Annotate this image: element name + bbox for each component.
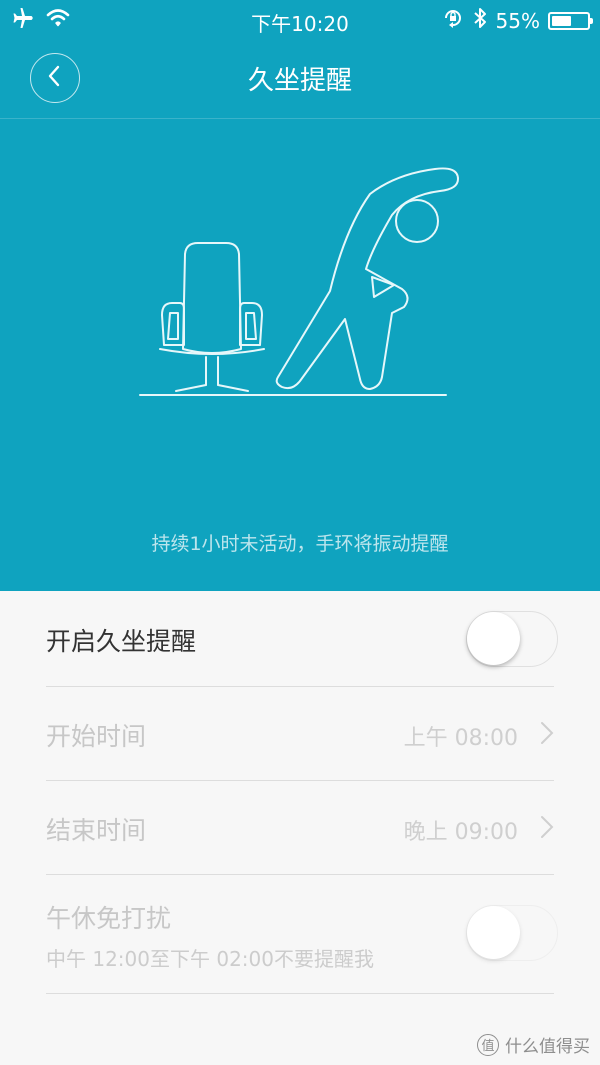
battery-icon [548, 11, 593, 30]
noon-dnd-subtitle: 中午 12:00至下午 02:00不要提醒我 [46, 947, 374, 971]
start-time-row[interactable]: 开始时间 上午 08:00 [46, 687, 554, 781]
battery-percent: 55% [495, 8, 540, 33]
start-time-value: 上午 08:00 [403, 726, 518, 751]
end-time-value: 晚上 09:00 [403, 820, 518, 845]
enable-sedentary-row: 开启久坐提醒 [46, 591, 558, 687]
noon-dnd-row: 午休免打扰 中午 12:00至下午 02:00不要提醒我 [46, 875, 558, 994]
chevron-right-icon [540, 721, 554, 749]
nav-bar: 久坐提醒 [0, 40, 600, 118]
toggle-knob [467, 906, 520, 959]
chevron-right-icon [540, 815, 554, 843]
hero-caption: 持续1小时未活动，手环将振动提醒 [151, 533, 449, 555]
bluetooth-icon [472, 6, 488, 35]
watermark-text: 什么值得买 [505, 1037, 590, 1057]
watermark-badge: 值 [477, 1033, 499, 1056]
hero-illustration-panel: 持续1小时未活动，手环将振动提醒 [0, 119, 600, 591]
noon-dnd-label: 午休免打扰 [46, 904, 172, 933]
start-time-label: 开始时间 [46, 722, 147, 751]
watermark: 值 什么值得买 [477, 1032, 590, 1057]
toggle-knob [467, 612, 520, 665]
end-time-row[interactable]: 结束时间 晚上 09:00 [46, 781, 554, 875]
sedentary-illustration [139, 167, 459, 396]
enable-sedentary-label: 开启久坐提醒 [46, 627, 197, 656]
settings-list: 开启久坐提醒 开始时间 上午 08:00 结束时间 晚上 09:00 午休免打扰… [0, 591, 600, 1065]
noon-dnd-toggle[interactable] [466, 905, 558, 961]
enable-sedentary-toggle[interactable] [466, 611, 558, 667]
page-title: 久坐提醒 [247, 66, 352, 96]
status-bar: 下午10:20 55% [0, 0, 600, 40]
rotation-lock-icon [442, 7, 464, 34]
end-time-label: 结束时间 [46, 816, 147, 845]
